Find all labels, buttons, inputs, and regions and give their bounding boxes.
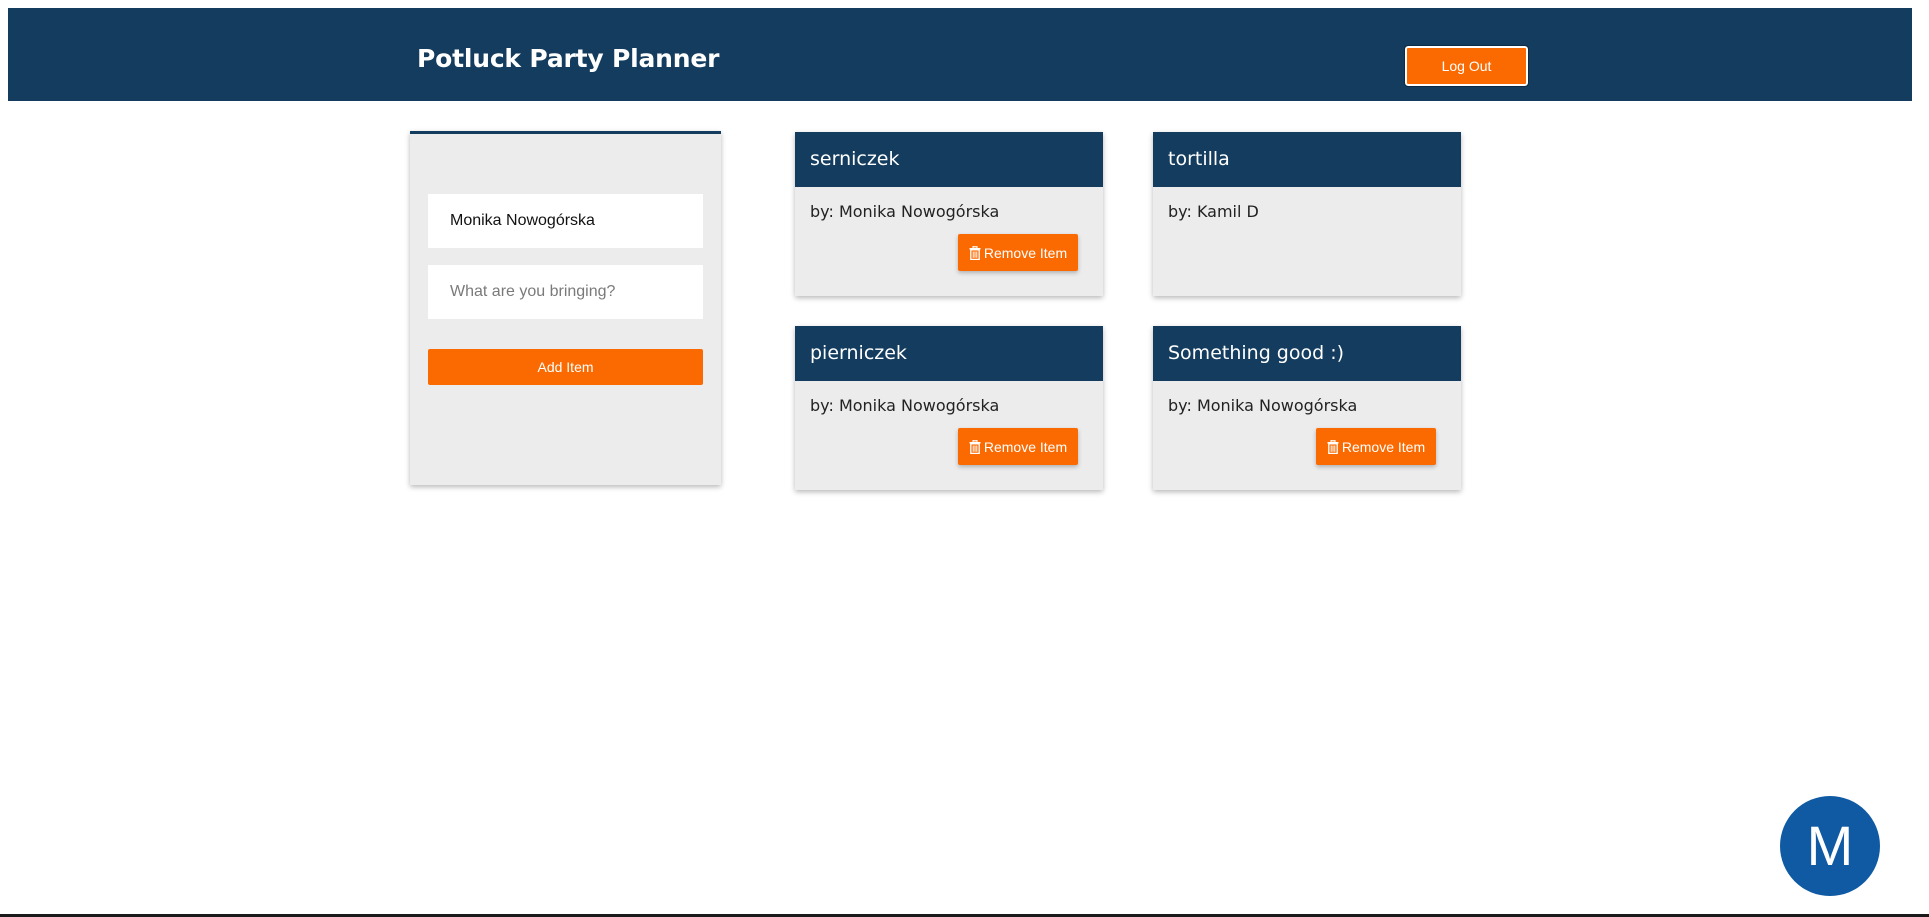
item-card: Something good :) by: Monika Nowogórska …: [1153, 326, 1461, 490]
name-field[interactable]: [428, 194, 703, 248]
remove-item-label: Remove Item: [983, 244, 1068, 261]
item-card: serniczek by: Monika Nowogórska Remove I…: [795, 132, 1103, 296]
trash-icon: [1327, 439, 1339, 454]
item-owner: by: Monika Nowogórska: [810, 202, 1000, 221]
item-owner: by: Monika Nowogórska: [1168, 396, 1358, 415]
item-card: pierniczek by: Monika Nowogórska Remove …: [795, 326, 1103, 490]
item-title: serniczek: [795, 132, 1103, 187]
user-avatar[interactable]: M: [1780, 796, 1880, 896]
page: Potluck Party Planner Log Out Add Item s…: [0, 0, 1929, 917]
app-header: Potluck Party Planner Log Out: [8, 8, 1912, 101]
trash-icon: [969, 245, 981, 260]
remove-item-button[interactable]: Remove Item: [958, 234, 1078, 271]
item-title: tortilla: [1153, 132, 1461, 187]
trash-icon: [969, 439, 981, 454]
remove-item-button[interactable]: Remove Item: [1316, 428, 1436, 465]
item-owner: by: Kamil D: [1168, 202, 1259, 221]
remove-item-label: Remove Item: [983, 438, 1068, 455]
app-title: Potluck Party Planner: [417, 44, 720, 73]
item-card: tortilla by: Kamil D: [1153, 132, 1461, 296]
logout-button[interactable]: Log Out: [1404, 45, 1529, 87]
item-field[interactable]: [428, 265, 703, 319]
item-title: pierniczek: [795, 326, 1103, 381]
add-item-form: Add Item: [410, 131, 721, 485]
add-item-button[interactable]: Add Item: [428, 349, 703, 385]
item-title: Something good :): [1153, 326, 1461, 381]
remove-item-label: Remove Item: [1341, 438, 1426, 455]
remove-item-button[interactable]: Remove Item: [958, 428, 1078, 465]
item-owner: by: Monika Nowogórska: [810, 396, 1000, 415]
